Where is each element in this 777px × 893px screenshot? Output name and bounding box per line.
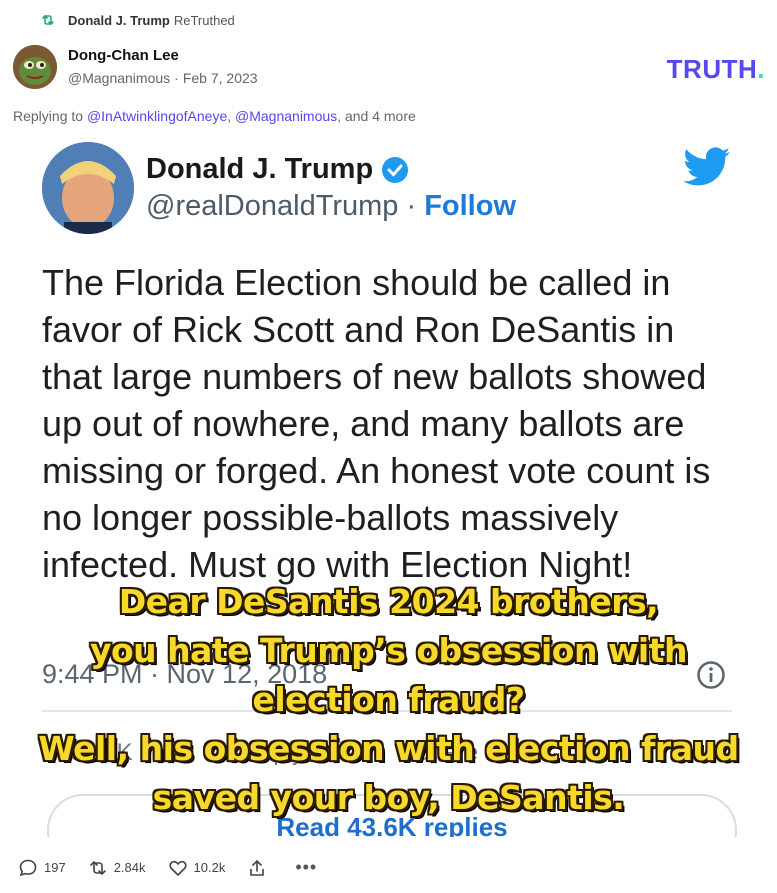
share-icon — [250, 859, 265, 876]
tweet-text: The Florida Election should be called in… — [42, 262, 711, 585]
mention-link[interactable]: @Magnanimous — [235, 108, 337, 124]
caption-line: Dear DeSantis 2024 brothers, — [118, 582, 659, 621]
heart-icon — [168, 860, 187, 876]
replying-prefix: Replying to — [13, 108, 84, 124]
retruth-icon — [89, 860, 106, 875]
caption-overlay: Dear DeSantis 2024 brothers, you hate Tr… — [13, 577, 764, 822]
reply-count: 197 — [44, 860, 66, 875]
reply-icon — [19, 859, 37, 876]
mention-link[interactable]: @InAtwinklingofAneye — [87, 108, 227, 124]
follow-link: Follow — [424, 190, 517, 222]
retruth-count: 2.84k — [113, 860, 146, 875]
more-options-button[interactable]: ••• — [295, 857, 317, 878]
tweet-avatar — [42, 142, 134, 234]
caption-line: saved your boy, DeSantis. — [152, 778, 625, 817]
retruth-name[interactable]: Donald J. Trump — [68, 13, 170, 28]
like-count: 10.2k — [193, 860, 226, 875]
more-options-icon: ••• — [295, 857, 318, 877]
retruth-icon — [42, 14, 54, 26]
retruth-button[interactable]: 2.84k — [88, 858, 146, 878]
caption-line: you hate Trump’s obsession with — [89, 631, 688, 670]
author-handle[interactable]: @Magnanimous — [68, 70, 170, 86]
post-actions: 197 2.84k 10.2k ••• — [18, 857, 339, 878]
caption-line: Well, his obsession with election fraud — [38, 729, 739, 768]
tweet-handle: @realDonaldTrump · Follow — [146, 190, 517, 222]
author-name[interactable]: Dong-Chan Lee — [68, 47, 179, 64]
replying-to: Replying to @InAtwinklingofAneye, @Magna… — [13, 108, 416, 124]
tweet-author-name: Donald J. Trump — [146, 153, 409, 186]
post-date[interactable]: Feb 7, 2023 — [183, 70, 258, 86]
caption-line: election fraud? — [252, 680, 525, 719]
truth-logo[interactable]: TRUTH. — [667, 54, 765, 85]
author-meta: @Magnanimous · Feb 7, 2023 — [68, 70, 258, 86]
retruth-header: Donald J. Trump ReTruthed — [40, 10, 235, 30]
like-button[interactable]: 10.2k — [168, 858, 226, 878]
share-button[interactable] — [247, 858, 273, 878]
post-image[interactable]: Donald J. Trump @realDonaldTrump · Follo… — [13, 127, 764, 837]
verified-icon — [382, 156, 409, 183]
retruth-label: ReTruthed — [173, 12, 235, 28]
avatar[interactable] — [13, 45, 57, 89]
reply-button[interactable]: 197 — [18, 858, 66, 878]
more-mentions[interactable]: and 4 more — [345, 108, 416, 124]
twitter-bird-icon — [683, 147, 730, 186]
